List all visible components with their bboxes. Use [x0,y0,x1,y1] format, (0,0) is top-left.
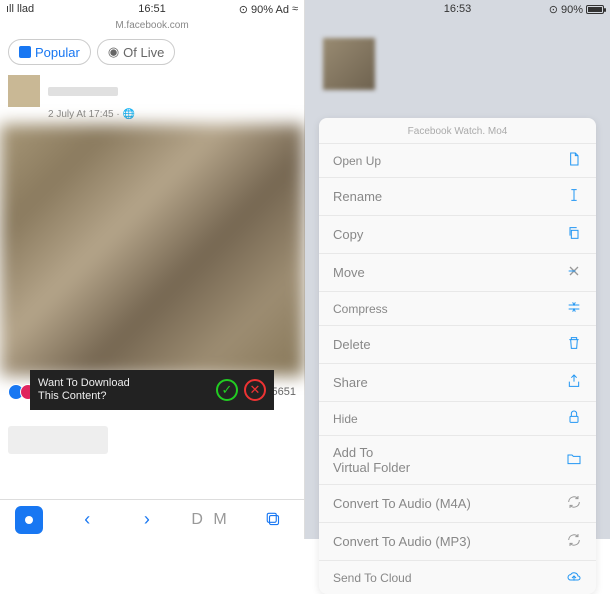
tabs-button[interactable] [259,505,289,535]
menu-item-cycle[interactable]: Convert To Audio (M4A) [319,485,596,523]
wifi-icon: ≈ [292,3,298,15]
status-bar-right: 16:53 ⊙ 90% [305,0,610,18]
file-thumbnail[interactable] [323,38,375,90]
battery-text: ⊙ 90% Ad [239,3,289,16]
menu-item-share[interactable]: Share [319,364,596,402]
context-menu: Facebook Watch. Mo4 Open Up Rename Copy Mov… [319,118,596,594]
post-meta: 2 July At 17:45 · 🌐 [0,107,304,124]
tab-popular-label: Popular [35,45,80,60]
time-label: 16:51 [138,3,166,15]
bottom-toolbar: ‹ › D M [0,499,304,539]
avatar[interactable] [8,75,40,107]
menu-item-cycle[interactable]: Convert To Audio (MP3) [319,523,596,561]
download-banner: Want To Download This Content? ✓ ✕ [30,370,274,410]
menu-item-label: Convert To Audio (MP3) [333,534,471,549]
menu-item-lock[interactable]: Hide [319,402,596,436]
download-accept-button[interactable]: ✓ [216,379,238,401]
menu-item-trash[interactable]: Delete [319,326,596,364]
post-media[interactable] [0,124,304,376]
download-line1: Want To Download [38,377,210,390]
tab-popular[interactable]: Popular [8,39,91,65]
comment-redacted [8,426,108,454]
back-button[interactable]: ‹ [72,505,102,535]
menu-item-label: Rename [333,189,382,204]
copy-icon [566,225,582,244]
menu-item-label: Copy [333,227,363,242]
time-label-right: 16:53 [444,3,472,15]
home-button[interactable] [15,506,43,534]
menu-item-label: Convert To Audio (M4A) [333,496,471,511]
menu-item-label: Compress [333,302,388,316]
cycle-icon [566,532,582,551]
menu-item-label: Send To Cloud [333,571,412,585]
menu-item-label: Hide [333,412,358,426]
battery-icon [586,5,604,14]
compress-icon [566,299,582,318]
download-decline-button[interactable]: ✕ [244,379,266,401]
rename-icon [566,187,582,206]
battery-text-right: ⊙ 90% [549,3,583,16]
status-bar-left: ıll llad 16:51 ⊙ 90% Ad ≈ [0,0,304,18]
menu-item-folder[interactable]: Add To Virtual Folder [319,436,596,485]
tab-live-label: Of Live [123,45,164,60]
dm-button[interactable]: D M [191,511,229,529]
menu-item-copy[interactable]: Copy [319,216,596,254]
username-redacted[interactable] [48,87,118,96]
menu-item-move[interactable]: Move [319,254,596,292]
menu-item-doc[interactable]: Open Up [319,144,596,178]
share-icon [566,373,582,392]
folder-icon [566,451,582,470]
lock-icon [566,409,582,428]
menu-item-label: Share [333,375,368,390]
cycle-icon [566,494,582,513]
cloud-icon [566,568,582,587]
url-bar[interactable]: M.facebook.com [0,18,304,33]
play-icon [19,46,31,58]
forward-button[interactable]: › [132,505,162,535]
carrier-label: ıll llad [6,3,34,15]
download-line2: This Content? [38,390,210,403]
menu-title: Facebook Watch. Mo4 [319,118,596,144]
tab-live[interactable]: ◉ Of Live [97,39,176,65]
menu-item-cloud[interactable]: Send To Cloud [319,561,596,594]
menu-item-label: Add To Virtual Folder [333,445,410,475]
menu-item-rename[interactable]: Rename [319,178,596,216]
menu-item-compress[interactable]: Compress [319,292,596,326]
trash-icon [566,335,582,354]
move-icon [566,263,582,282]
menu-item-label: Open Up [333,154,381,168]
doc-icon [566,151,582,170]
menu-item-label: Delete [333,337,371,352]
menu-item-label: Move [333,265,365,280]
live-icon: ◉ [108,44,119,60]
